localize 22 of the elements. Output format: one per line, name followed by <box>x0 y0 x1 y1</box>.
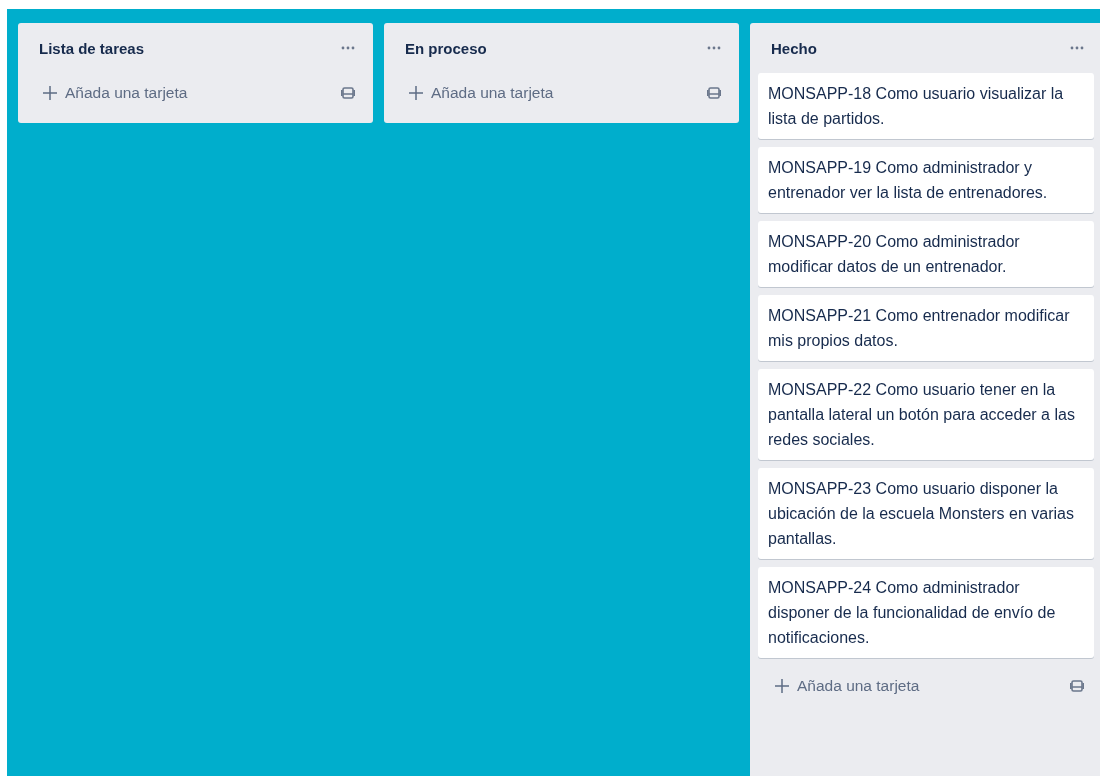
task-card[interactable]: MONSAPP-18 Como usuario visualizar la lista de partidos. <box>758 73 1094 139</box>
list-title[interactable]: Hecho <box>771 39 817 57</box>
task-card[interactable]: MONSAPP-24 Como administrador disponer de la funcionalidad de envío de notificaciones. <box>758 567 1094 658</box>
template-icon[interactable] <box>707 86 721 100</box>
plus-icon <box>409 86 423 100</box>
add-card-button[interactable]: Añada una tarjeta <box>26 80 196 106</box>
task-card[interactable]: MONSAPP-23 Como usuario disponer la ubicación de la escuela Monsters en varias pantallas. <box>758 468 1094 559</box>
plus-icon <box>43 86 57 100</box>
add-card-button[interactable]: Añada una tarjeta <box>758 673 928 699</box>
more-icon[interactable] <box>707 46 721 50</box>
more-icon[interactable] <box>1070 46 1084 50</box>
list-title[interactable]: Lista de tareas <box>39 39 145 57</box>
template-icon[interactable] <box>341 86 355 100</box>
list-title[interactable]: En proceso <box>405 39 487 57</box>
task-card[interactable]: MONSAPP-21 Como entrenador modificar mis propios datos. <box>758 295 1094 361</box>
plus-icon <box>775 679 789 693</box>
add-card-button[interactable]: Añada una tarjeta <box>392 80 562 106</box>
task-card[interactable]: MONSAPP-20 Como administrador modificar datos de un entrenador. <box>758 221 1094 287</box>
template-icon[interactable] <box>1070 679 1084 693</box>
task-card[interactable]: MONSAPP-19 Como administrador y entrenador ver la lista de entrenadores. <box>758 147 1094 213</box>
more-icon[interactable] <box>341 46 355 50</box>
task-card[interactable]: MONSAPP-22 Como usuario tener en la pantalla lateral un botón para acceder a las redes sociales. <box>758 369 1094 460</box>
